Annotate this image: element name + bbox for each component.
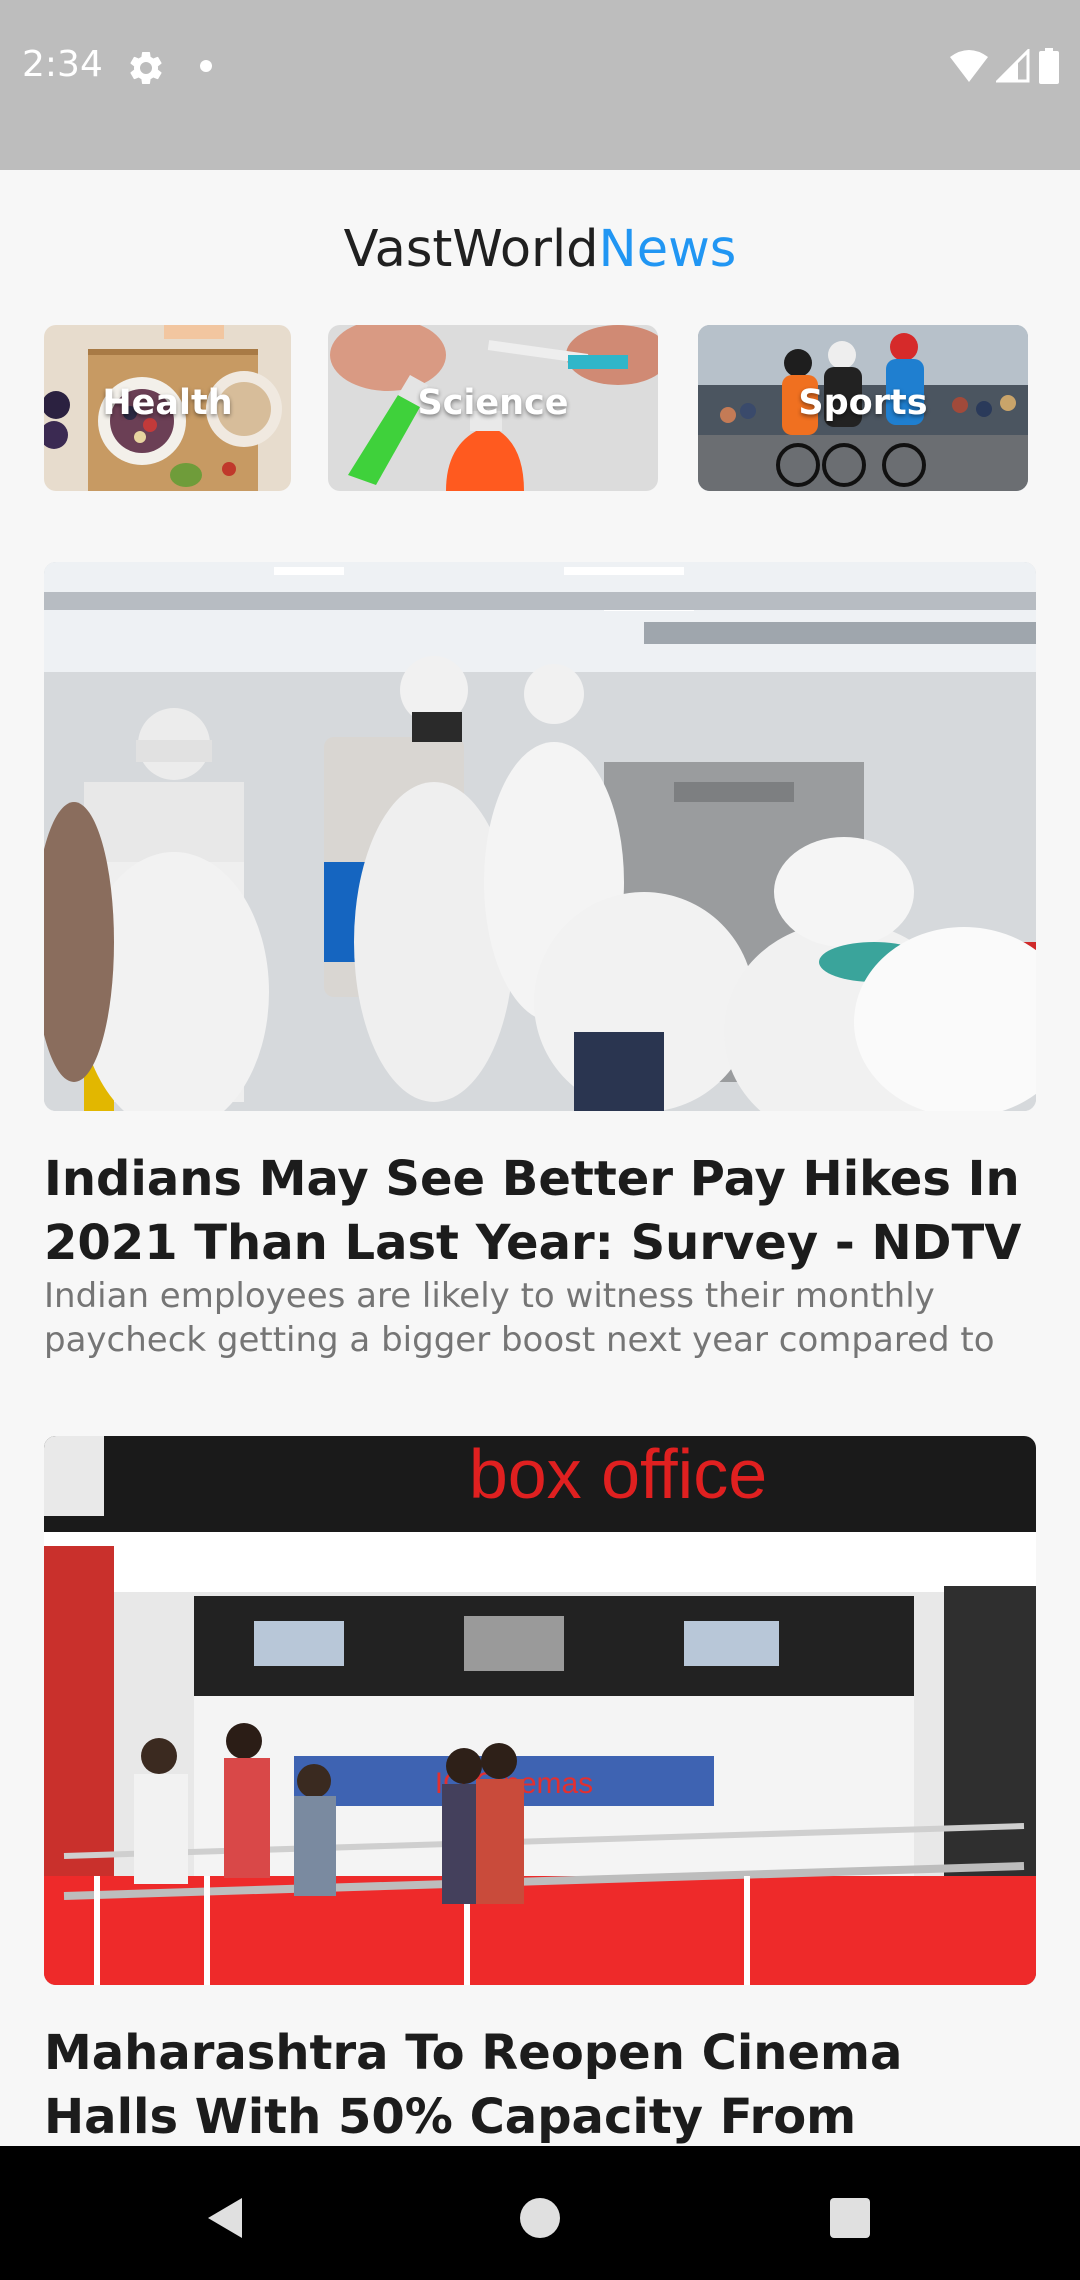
article-title: Maharashtra To Reopen Cinema Halls With … [44,2025,903,2145]
wifi-icon [950,50,988,82]
settings-gear-icon [130,51,162,84]
article-title: Indians May See Better Pay Hikes In 2021… [44,1151,1022,1271]
article-image [44,562,1036,1111]
category-card-health[interactable]: Health [44,325,291,491]
category-label: Sports [798,383,928,423]
article-description: Indian employees are likely to witness t… [44,1276,995,1360]
home-icon[interactable] [510,2188,570,2248]
signal-icon [996,49,1030,83]
navigation-bar [0,2146,1080,2280]
notification-dot-icon [200,60,212,72]
battery-icon [1039,48,1059,84]
category-label: Health [102,383,233,423]
box-office-sign: box office [469,1436,767,1513]
app-content: VastWorldNews Health Science Sports Indi… [0,170,1080,2146]
status-bar: 2:34 [0,0,1080,170]
app-title-main: VastWorld [343,220,599,279]
article-card[interactable]: Indians May See Better Pay Hikes In 2021… [44,562,1036,1362]
article-card[interactable]: box office IO Cinemas Maharashtra To Reo… [44,1436,1036,2146]
category-strip: Health Science Sports [44,325,1080,491]
app-title-accent: News [598,220,737,279]
category-card-science[interactable]: Science [328,325,658,491]
back-icon[interactable] [196,2188,256,2248]
article-image: box office IO Cinemas [44,1436,1036,1985]
category-label: Science [417,383,569,423]
recents-icon[interactable] [820,2188,880,2248]
category-card-sports[interactable]: Sports [698,325,1028,491]
status-time: 2:34 [22,44,103,85]
app-title: VastWorldNews [0,220,1080,279]
